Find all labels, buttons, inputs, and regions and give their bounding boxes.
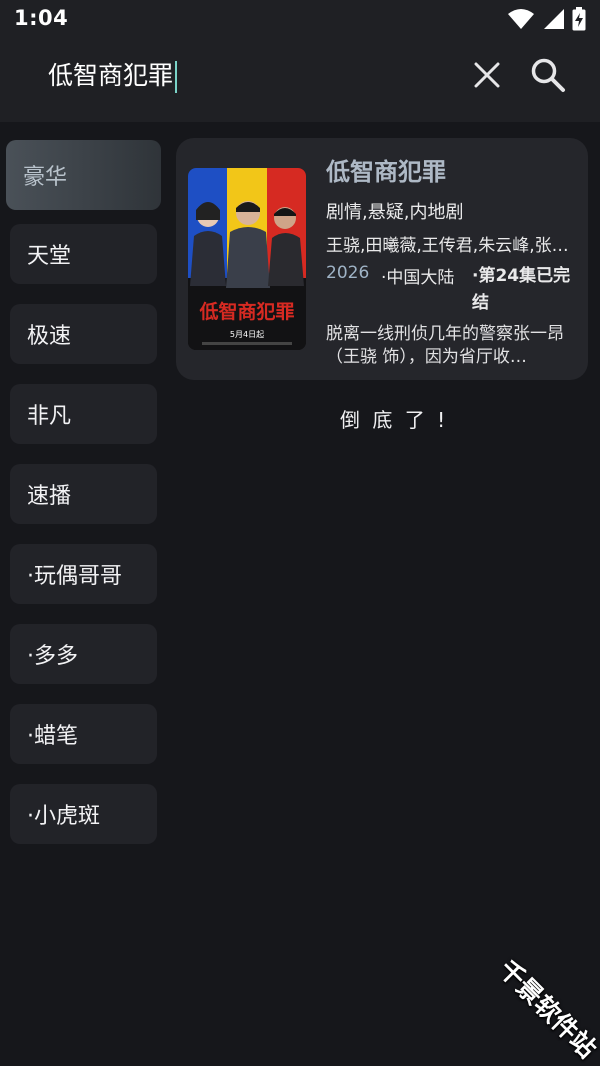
status-icons: [508, 5, 586, 33]
top-bar: 1:04 低智商犯罪: [0, 0, 600, 122]
poster-date: 5月4日起: [230, 330, 264, 339]
wifi-icon: [508, 9, 534, 29]
sidebar-item-label: ·玩偶哥哥: [27, 564, 122, 589]
result-description: 脱离一线刑侦几年的警察张一昂（王骁 饰），因为省厅收…: [326, 324, 564, 367]
sidebar-item-jisu[interactable]: 极速: [10, 304, 157, 364]
status-time: 1:04: [14, 6, 69, 30]
sidebar-item-label: ·多多: [27, 644, 78, 669]
close-icon: [474, 62, 500, 88]
sidebar-item-label: 豪华: [23, 165, 68, 190]
sidebar-item-subo[interactable]: 速播: [10, 464, 157, 524]
result-title: 低智商犯罪: [326, 158, 446, 186]
sidebar-item-label: ·小虎斑: [27, 804, 100, 829]
sidebar-item-label: 非凡: [27, 404, 72, 429]
signal-icon: [544, 9, 564, 29]
result-genre: 剧情,悬疑,内地剧: [326, 202, 464, 223]
search-icon: [531, 58, 565, 92]
battery-icon: [572, 7, 586, 31]
sidebar-item-haohua[interactable]: 豪华: [6, 140, 161, 210]
search-query: 低智商犯罪: [48, 61, 174, 90]
sidebar-item-label: 速播: [27, 484, 72, 509]
poster-image: 低智商犯罪 5月4日起: [188, 168, 306, 350]
clear-button[interactable]: [470, 58, 504, 92]
text-caret: [175, 61, 178, 93]
sidebar-item-tiantang[interactable]: 天堂: [10, 224, 157, 284]
sidebar-item-duoduo[interactable]: ·多多: [10, 624, 157, 684]
sidebar-item-label: ·蜡笔: [27, 724, 78, 749]
watermark-logo: 千景软件站: [492, 954, 600, 1064]
search-button[interactable]: [528, 55, 568, 95]
sidebar-item-wanougege[interactable]: ·玩偶哥哥: [10, 544, 157, 604]
sidebar-item-labi[interactable]: ·蜡笔: [10, 704, 157, 764]
result-region: ·中国大陆: [381, 268, 455, 288]
search-input[interactable]: 低智商犯罪: [48, 56, 178, 93]
result-episode-status: ·第24集已完结: [472, 266, 571, 313]
result-card[interactable]: 低智商犯罪 5月4日起 低智商犯罪 剧情,悬疑,内地剧 王骁,田曦薇,王传君,朱…: [176, 138, 588, 380]
result-year: 2026: [326, 263, 370, 283]
list-end-text: 倒 底 了 !: [340, 408, 449, 432]
poster-title: 低智商犯罪: [198, 300, 294, 323]
sidebar-item-feifan[interactable]: 非凡: [10, 384, 157, 444]
sidebar-item-label: 天堂: [27, 244, 72, 269]
sidebar-item-xiaohuban[interactable]: ·小虎斑: [10, 784, 157, 844]
result-cast: 王骁,田曦薇,王传君,朱云峰,张…: [326, 236, 569, 256]
sidebar-item-label: 极速: [27, 324, 72, 349]
